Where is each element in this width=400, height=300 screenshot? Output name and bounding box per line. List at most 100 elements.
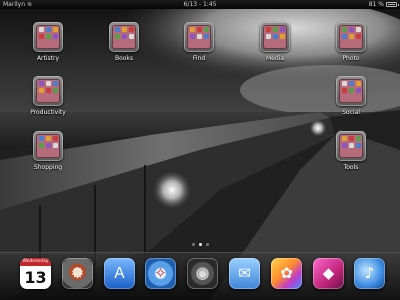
folder-photo-icon <box>336 22 366 52</box>
folder-mini-app-icon <box>349 81 354 86</box>
folder-mini-app-icon <box>115 34 120 39</box>
calendar-app-icon[interactable]: Wednesday 13 <box>20 258 51 289</box>
folder-mini-app-icon <box>342 27 347 32</box>
folder-mini-app-icon <box>349 136 354 141</box>
folder-mini-app-icon <box>342 81 347 86</box>
folder-mini-app-icon <box>349 143 354 148</box>
folder-artistry-label: Artistry <box>36 55 60 62</box>
folder-mini-app-icon <box>53 34 58 39</box>
folder-mini-app-icon <box>115 27 120 32</box>
folder-mini-app-icon <box>46 34 51 39</box>
settings-gear-icon[interactable]: ⚙ <box>62 258 93 289</box>
folder-books-label: Books <box>114 55 134 62</box>
folder-productivity[interactable]: Productivity <box>23 76 73 128</box>
music-note-icon[interactable]: ♪ <box>354 258 385 289</box>
folder-photo[interactable]: Photo <box>326 22 376 74</box>
battery-icon <box>386 2 399 7</box>
mail-envelope-icon[interactable]: ✉ <box>229 258 260 289</box>
folder-mini-app-icon <box>46 88 51 93</box>
folder-mini-app-icon <box>129 34 134 39</box>
folder-media-label: Media <box>265 55 285 62</box>
folder-mini-app-icon <box>190 34 195 39</box>
folder-mini-app-icon <box>204 27 209 32</box>
folder-tools-icon <box>336 131 366 161</box>
folder-mini-app-icon <box>190 27 195 32</box>
page-dot-active[interactable] <box>198 243 202 246</box>
folder-mini-app-icon <box>122 34 127 39</box>
page-dot[interactable] <box>205 243 209 246</box>
app-store-icon[interactable]: Ａ <box>104 258 135 289</box>
folder-mini-app-icon <box>356 136 361 141</box>
folder-social-icon <box>336 76 366 106</box>
folder-productivity-icon <box>33 76 63 106</box>
folder-mini-app-icon <box>39 88 44 93</box>
folder-books-icon <box>109 22 139 52</box>
calendar-day: Wednesday <box>20 258 51 266</box>
folder-mini-app-icon <box>342 88 347 93</box>
folder-mini-app-icon <box>356 27 361 32</box>
folder-mini-app-icon <box>356 81 361 86</box>
folder-shopping-label: Shopping <box>33 164 63 171</box>
folder-find-icon <box>184 22 214 52</box>
folder-mini-app-icon <box>39 27 44 32</box>
folder-mini-app-icon <box>53 143 58 148</box>
status-time: 6/13 - 1:45 <box>183 1 217 8</box>
folder-mini-app-icon <box>273 27 278 32</box>
folder-mini-app-icon <box>46 136 51 141</box>
system-dial-icon[interactable]: ◉ <box>187 258 218 289</box>
folder-mini-app-icon <box>349 88 354 93</box>
folder-mini-app-icon <box>39 136 44 141</box>
dock: Wednesday 13 ⚙ Ａ ✧ ◉ ✉ ✿ ◆ ♪ <box>0 252 400 300</box>
battery-percent: 81 % <box>368 1 384 8</box>
folder-mini-app-icon <box>342 136 347 141</box>
folder-mini-app-icon <box>204 34 209 39</box>
folder-artistry-icon <box>33 22 63 52</box>
home-screen: Marilyn ≋ 6/13 - 1:45 81 % Artistry Book… <box>0 0 400 300</box>
folder-find[interactable]: Find <box>174 22 224 74</box>
folder-mini-app-icon <box>53 136 58 141</box>
folder-shopping-icon <box>33 131 63 161</box>
folder-photo-label: Photo <box>342 55 360 62</box>
folder-social-label: Social <box>342 109 360 116</box>
photos-flower-icon[interactable]: ✿ <box>271 258 302 289</box>
folder-mini-app-icon <box>356 34 361 39</box>
folder-shopping[interactable]: Shopping <box>23 131 73 183</box>
folder-books[interactable]: Books <box>99 22 149 74</box>
folder-mini-app-icon <box>280 27 285 32</box>
folder-find-label: Find <box>192 55 206 62</box>
gem-icon[interactable]: ◆ <box>313 258 344 289</box>
calendar-date: 13 <box>24 268 47 287</box>
folder-mini-app-icon <box>356 143 361 148</box>
folder-media-icon <box>260 22 290 52</box>
folder-tools[interactable]: Tools <box>326 131 376 183</box>
folder-media[interactable]: Media <box>250 22 300 74</box>
folder-mini-app-icon <box>197 27 202 32</box>
folder-mini-app-icon <box>39 143 44 148</box>
folder-mini-app-icon <box>39 81 44 86</box>
folder-mini-app-icon <box>197 34 202 39</box>
folder-mini-app-icon <box>53 88 58 93</box>
folder-mini-app-icon <box>349 34 354 39</box>
page-dot[interactable] <box>191 243 195 246</box>
folder-mini-app-icon <box>46 143 51 148</box>
folder-mini-app-icon <box>53 81 58 86</box>
folder-mini-app-icon <box>266 27 271 32</box>
folder-productivity-label: Productivity <box>30 109 66 116</box>
folder-mini-app-icon <box>349 27 354 32</box>
folder-mini-app-icon <box>39 34 44 39</box>
folder-mini-app-icon <box>122 27 127 32</box>
folder-mini-app-icon <box>273 34 278 39</box>
folder-mini-app-icon <box>342 34 347 39</box>
safari-compass-icon[interactable]: ✧ <box>145 258 176 289</box>
folder-mini-app-icon <box>280 34 285 39</box>
folder-mini-app-icon <box>46 81 51 86</box>
folder-mini-app-icon <box>342 143 347 148</box>
folder-mini-app-icon <box>53 27 58 32</box>
folder-mini-app-icon <box>356 88 361 93</box>
folder-artistry[interactable]: Artistry <box>23 22 73 74</box>
page-indicator[interactable] <box>0 243 400 246</box>
folder-mini-app-icon <box>266 34 271 39</box>
folder-social[interactable]: Social <box>326 76 376 128</box>
folder-tools-label: Tools <box>343 164 359 171</box>
folder-mini-app-icon <box>129 27 134 32</box>
